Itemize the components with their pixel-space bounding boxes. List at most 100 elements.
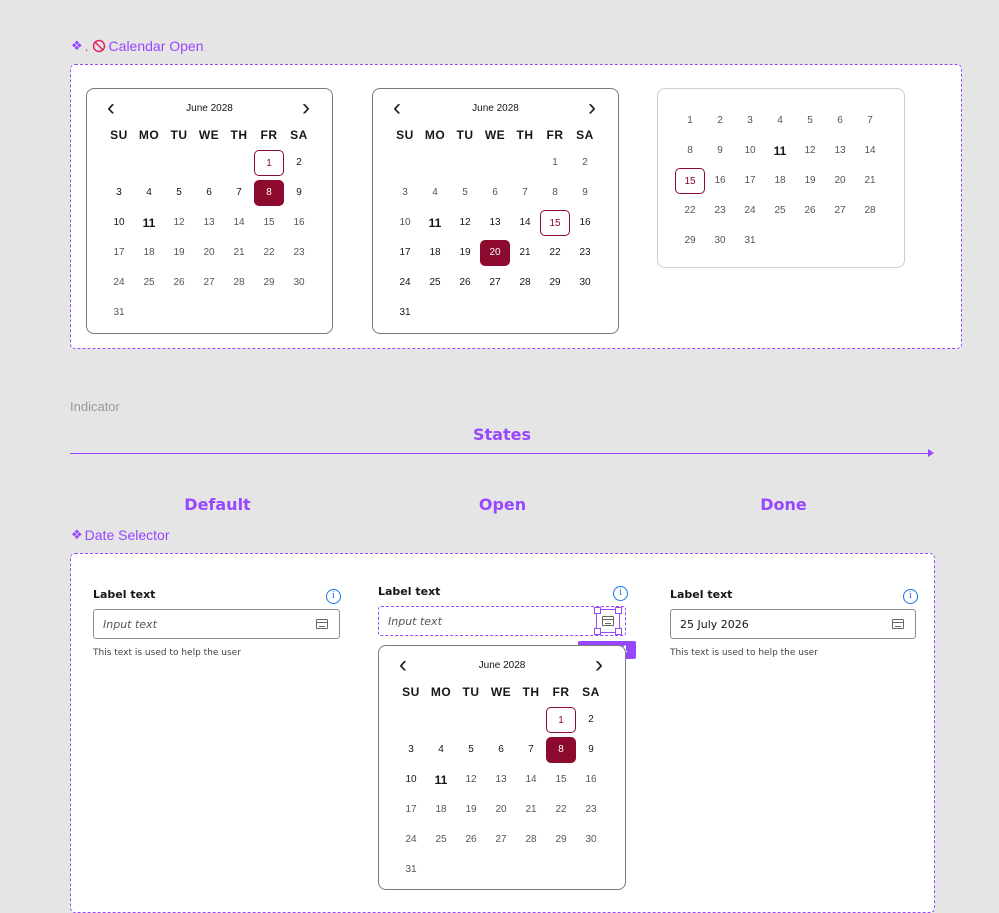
day-27[interactable]: 27	[486, 827, 516, 853]
day-2[interactable]: 2	[705, 108, 735, 134]
day-18[interactable]: 18	[134, 240, 164, 266]
day-29[interactable]: 29	[675, 228, 705, 254]
day-21[interactable]: 21	[855, 168, 885, 194]
open-date-input[interactable]: Input text	[378, 606, 626, 636]
day-30[interactable]: 30	[570, 270, 600, 296]
day-19[interactable]: 19	[456, 797, 486, 823]
day-2[interactable]: 2	[576, 707, 606, 733]
day-1[interactable]: 1	[540, 150, 570, 176]
day-8[interactable]: 8	[675, 138, 705, 164]
day-15[interactable]: 15	[540, 210, 570, 236]
chevron-left-icon[interactable]: ‹	[393, 653, 413, 677]
day-15[interactable]: 15	[254, 210, 284, 236]
day-1[interactable]: 1	[675, 108, 705, 134]
day-29[interactable]: 29	[546, 827, 576, 853]
day-22[interactable]: 22	[540, 240, 570, 266]
day-6[interactable]: 6	[194, 180, 224, 206]
day-20[interactable]: 20	[480, 240, 510, 266]
day-27[interactable]: 27	[825, 198, 855, 224]
day-16[interactable]: 16	[284, 210, 314, 236]
day-7[interactable]: 7	[224, 180, 254, 206]
day-2[interactable]: 2	[284, 150, 314, 176]
day-20[interactable]: 20	[825, 168, 855, 194]
day-4[interactable]: 4	[420, 180, 450, 206]
day-23[interactable]: 23	[576, 797, 606, 823]
chevron-right-icon[interactable]: ›	[582, 96, 602, 120]
day-9[interactable]: 9	[570, 180, 600, 206]
day-19[interactable]: 19	[450, 240, 480, 266]
info-icon[interactable]: i	[613, 586, 628, 601]
day-19[interactable]: 19	[795, 168, 825, 194]
day-30[interactable]: 30	[705, 228, 735, 254]
day-17[interactable]: 17	[396, 797, 426, 823]
day-30[interactable]: 30	[576, 827, 606, 853]
day-14[interactable]: 14	[516, 767, 546, 793]
day-25[interactable]: 25	[765, 198, 795, 224]
day-25[interactable]: 25	[134, 270, 164, 296]
default-date-input[interactable]: Input text	[93, 609, 340, 639]
info-icon[interactable]: i	[326, 589, 341, 604]
day-4[interactable]: 4	[426, 737, 456, 763]
calendar-icon[interactable]	[892, 619, 904, 629]
day-13[interactable]: 13	[825, 138, 855, 164]
day-7[interactable]: 7	[516, 737, 546, 763]
day-3[interactable]: 3	[104, 180, 134, 206]
day-21[interactable]: 21	[516, 797, 546, 823]
day-24[interactable]: 24	[396, 827, 426, 853]
day-24[interactable]: 24	[735, 198, 765, 224]
day-4[interactable]: 4	[765, 108, 795, 134]
day-12[interactable]: 12	[164, 210, 194, 236]
chevron-right-icon[interactable]: ›	[589, 653, 609, 677]
day-26[interactable]: 26	[450, 270, 480, 296]
day-27[interactable]: 27	[194, 270, 224, 296]
day-17[interactable]: 17	[390, 240, 420, 266]
day-10[interactable]: 10	[396, 767, 426, 793]
day-21[interactable]: 21	[510, 240, 540, 266]
day-24[interactable]: 24	[104, 270, 134, 296]
day-12[interactable]: 12	[450, 210, 480, 236]
day-20[interactable]: 20	[194, 240, 224, 266]
day-15[interactable]: 15	[546, 767, 576, 793]
day-31[interactable]: 31	[396, 857, 426, 883]
day-28[interactable]: 28	[510, 270, 540, 296]
chevron-right-icon[interactable]: ›	[296, 96, 316, 120]
day-18[interactable]: 18	[426, 797, 456, 823]
day-16[interactable]: 16	[570, 210, 600, 236]
day-4[interactable]: 4	[134, 180, 164, 206]
day-8[interactable]: 8	[540, 180, 570, 206]
day-5[interactable]: 5	[164, 180, 194, 206]
day-10[interactable]: 10	[390, 210, 420, 236]
day-3[interactable]: 3	[735, 108, 765, 134]
day-25[interactable]: 25	[420, 270, 450, 296]
day-23[interactable]: 23	[705, 198, 735, 224]
calendar-icon[interactable]	[316, 619, 328, 629]
day-18[interactable]: 18	[420, 240, 450, 266]
day-10[interactable]: 10	[735, 138, 765, 164]
day-3[interactable]: 3	[390, 180, 420, 206]
day-8[interactable]: 8	[546, 737, 576, 763]
day-26[interactable]: 26	[164, 270, 194, 296]
day-28[interactable]: 28	[855, 198, 885, 224]
day-19[interactable]: 19	[164, 240, 194, 266]
day-13[interactable]: 13	[480, 210, 510, 236]
calendar-icon-selection[interactable]	[594, 607, 622, 635]
day-23[interactable]: 23	[284, 240, 314, 266]
day-11[interactable]: 11	[426, 767, 456, 793]
day-8[interactable]: 8	[254, 180, 284, 206]
day-15[interactable]: 15	[675, 168, 705, 194]
day-17[interactable]: 17	[104, 240, 134, 266]
day-14[interactable]: 14	[224, 210, 254, 236]
day-7[interactable]: 7	[855, 108, 885, 134]
day-13[interactable]: 13	[194, 210, 224, 236]
day-24[interactable]: 24	[390, 270, 420, 296]
day-11[interactable]: 11	[765, 138, 795, 164]
day-14[interactable]: 14	[855, 138, 885, 164]
day-29[interactable]: 29	[254, 270, 284, 296]
day-5[interactable]: 5	[795, 108, 825, 134]
day-1[interactable]: 1	[254, 150, 284, 176]
day-22[interactable]: 22	[254, 240, 284, 266]
day-29[interactable]: 29	[540, 270, 570, 296]
day-5[interactable]: 5	[456, 737, 486, 763]
day-3[interactable]: 3	[396, 737, 426, 763]
day-2[interactable]: 2	[570, 150, 600, 176]
